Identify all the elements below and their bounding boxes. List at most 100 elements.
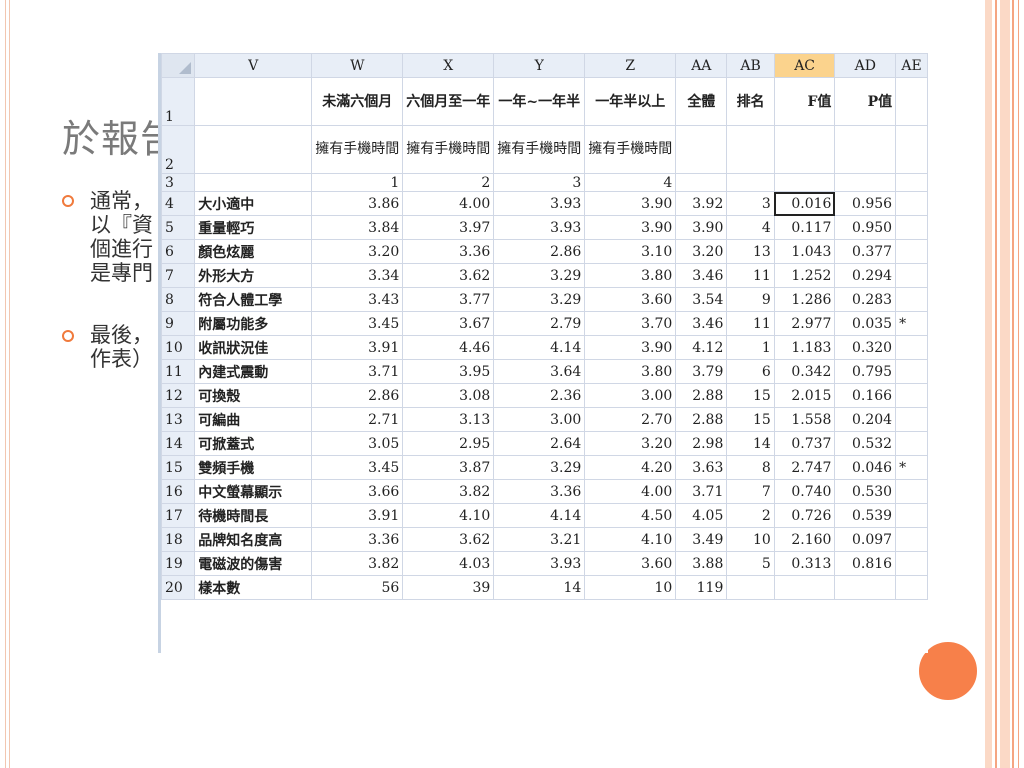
column-header[interactable]: Z: [584, 53, 677, 78]
item-name-cell[interactable]: 附屬功能多: [194, 311, 313, 336]
value-cell[interactable]: 3.90: [584, 191, 677, 216]
header-cell[interactable]: 全體: [675, 77, 728, 126]
item-name-cell[interactable]: 可編曲: [194, 407, 313, 432]
cell[interactable]: [675, 173, 728, 192]
value-cell[interactable]: 3.91: [311, 335, 404, 360]
significance-cell[interactable]: [895, 527, 928, 552]
column-header[interactable]: AD: [834, 53, 897, 78]
cell[interactable]: [194, 125, 313, 174]
value-cell[interactable]: 3.08: [402, 383, 495, 408]
cell[interactable]: [834, 173, 897, 192]
value-cell[interactable]: 6: [726, 359, 775, 384]
item-name-cell[interactable]: 內建式震動: [194, 359, 313, 384]
value-cell[interactable]: 3.60: [584, 287, 677, 312]
value-cell[interactable]: 3.21: [493, 527, 586, 552]
significance-cell[interactable]: [895, 503, 928, 528]
value-cell[interactable]: 119: [675, 575, 728, 600]
value-cell[interactable]: 0.342: [773, 359, 836, 384]
header-cell[interactable]: 擁有手機時間: [493, 125, 586, 174]
value-cell[interactable]: 0.740: [773, 479, 836, 504]
value-cell[interactable]: 14: [493, 575, 586, 600]
value-cell[interactable]: 0.530: [834, 479, 897, 504]
header-cell[interactable]: 擁有手機時間: [311, 125, 404, 174]
value-cell[interactable]: 3.90: [584, 215, 677, 240]
value-cell[interactable]: 4.14: [493, 503, 586, 528]
value-cell[interactable]: 3.29: [493, 287, 586, 312]
value-cell[interactable]: 3.20: [311, 239, 404, 264]
item-name-cell[interactable]: 電磁波的傷害: [194, 551, 313, 576]
row-number[interactable]: 19: [161, 551, 196, 576]
value-cell[interactable]: 0.539: [834, 503, 897, 528]
row-number[interactable]: 12: [161, 383, 196, 408]
value-cell[interactable]: 2.36: [493, 383, 586, 408]
row-number[interactable]: 3: [161, 173, 196, 192]
value-cell[interactable]: 3.46: [675, 311, 728, 336]
header-cell[interactable]: 未滿六個月: [311, 77, 404, 126]
header-cell[interactable]: 一年~一年半: [493, 77, 586, 126]
significance-cell[interactable]: [895, 239, 928, 264]
value-cell[interactable]: 2.98: [675, 431, 728, 456]
value-cell[interactable]: 0.117: [773, 215, 836, 240]
value-cell[interactable]: 0.204: [834, 407, 897, 432]
value-cell[interactable]: 3.93: [493, 191, 586, 216]
active-cell[interactable]: 0.016: [773, 191, 836, 216]
value-cell[interactable]: 3.77: [402, 287, 495, 312]
value-cell[interactable]: 2.64: [493, 431, 586, 456]
value-cell[interactable]: [773, 575, 836, 600]
value-cell[interactable]: 3.67: [402, 311, 495, 336]
value-cell[interactable]: 2.79: [493, 311, 586, 336]
significance-cell[interactable]: [895, 383, 928, 408]
value-cell[interactable]: 3.46: [675, 263, 728, 288]
value-cell[interactable]: 3.10: [584, 239, 677, 264]
item-name-cell[interactable]: 大小適中: [194, 191, 313, 216]
item-name-cell[interactable]: 重量輕巧: [194, 215, 313, 240]
cell[interactable]: [834, 125, 897, 174]
value-cell[interactable]: 3.05: [311, 431, 404, 456]
cell[interactable]: 1: [311, 173, 404, 192]
item-name-cell[interactable]: 中文螢幕顯示: [194, 479, 313, 504]
value-cell[interactable]: 4.46: [402, 335, 495, 360]
significance-cell[interactable]: [895, 215, 928, 240]
cell[interactable]: [773, 125, 836, 174]
row-number[interactable]: 2: [161, 125, 196, 174]
header-cell[interactable]: 一年半以上: [584, 77, 677, 126]
column-header[interactable]: X: [402, 53, 495, 78]
value-cell[interactable]: 39: [402, 575, 495, 600]
value-cell[interactable]: 3.70: [584, 311, 677, 336]
value-cell[interactable]: 0.377: [834, 239, 897, 264]
row-number[interactable]: 7: [161, 263, 196, 288]
value-cell[interactable]: 3.80: [584, 359, 677, 384]
value-cell[interactable]: 3.92: [675, 191, 728, 216]
value-cell[interactable]: 3.36: [311, 527, 404, 552]
column-header[interactable]: AA: [675, 53, 728, 78]
row-number[interactable]: 20: [161, 575, 196, 600]
value-cell[interactable]: 4.00: [402, 191, 495, 216]
value-cell[interactable]: 0.816: [834, 551, 897, 576]
row-number[interactable]: 9: [161, 311, 196, 336]
header-cell[interactable]: 擁有手機時間: [584, 125, 677, 174]
value-cell[interactable]: 3.90: [584, 335, 677, 360]
value-cell[interactable]: 1.286: [773, 287, 836, 312]
row-number[interactable]: 6: [161, 239, 196, 264]
cell[interactable]: 4: [584, 173, 677, 192]
value-cell[interactable]: 2.747: [773, 455, 836, 480]
value-cell[interactable]: 2.86: [311, 383, 404, 408]
item-name-cell[interactable]: 樣本數: [194, 575, 313, 600]
select-all-corner[interactable]: [161, 53, 196, 78]
cell[interactable]: 3: [493, 173, 586, 192]
value-cell[interactable]: 0.320: [834, 335, 897, 360]
cell[interactable]: [895, 77, 928, 126]
cell[interactable]: [726, 125, 775, 174]
item-name-cell[interactable]: 雙頻手機: [194, 455, 313, 480]
value-cell[interactable]: 4.50: [584, 503, 677, 528]
cell[interactable]: [194, 77, 313, 126]
value-cell[interactable]: 8: [726, 455, 775, 480]
value-cell[interactable]: 3.71: [311, 359, 404, 384]
row-number[interactable]: 14: [161, 431, 196, 456]
value-cell[interactable]: 0.956: [834, 191, 897, 216]
value-cell[interactable]: 4.00: [584, 479, 677, 504]
value-cell[interactable]: 3.66: [311, 479, 404, 504]
value-cell[interactable]: [726, 575, 775, 600]
value-cell[interactable]: 2.88: [675, 407, 728, 432]
item-name-cell[interactable]: 品牌知名度高: [194, 527, 313, 552]
